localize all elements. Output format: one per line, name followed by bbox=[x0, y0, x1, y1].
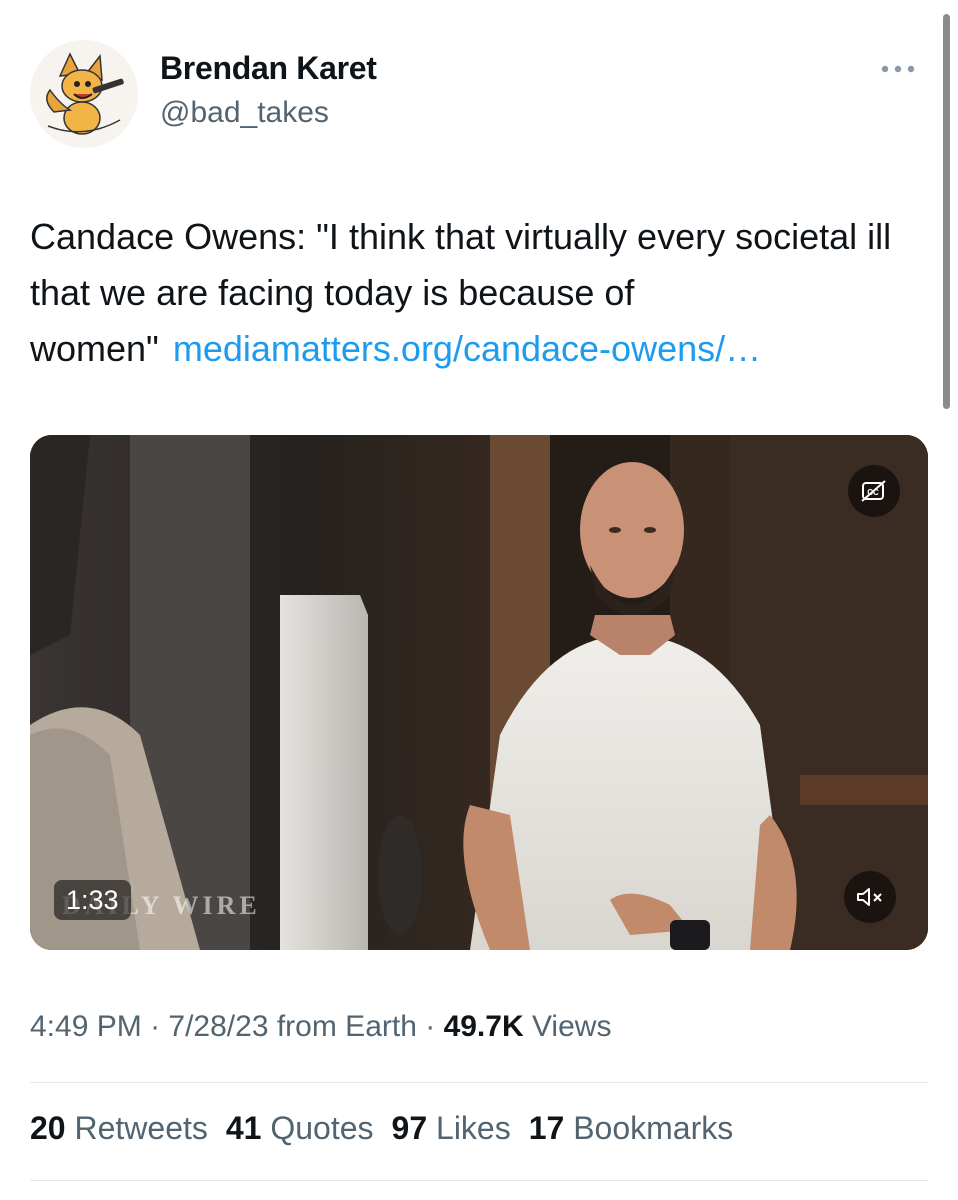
author-handle[interactable]: @bad_takes bbox=[160, 96, 329, 130]
likes-label: Likes bbox=[436, 1110, 511, 1146]
quotes-label: Quotes bbox=[270, 1110, 374, 1146]
more-dots-icon bbox=[881, 65, 915, 73]
mute-button[interactable] bbox=[844, 871, 896, 923]
tweet-text: Candace Owens: "I think that virtually e… bbox=[30, 209, 940, 377]
tweet-meta: 4:49 PM · 7/28/23 from Earth · 49.7K Vie… bbox=[30, 1010, 611, 1044]
retweets-count: 20 bbox=[30, 1110, 66, 1146]
fox-avatar-illustration bbox=[30, 40, 138, 148]
tweet-link[interactable]: mediamatters.org/candace-owens/… bbox=[173, 328, 761, 369]
divider bbox=[30, 1082, 928, 1083]
views-label: Views bbox=[531, 1010, 612, 1043]
video-player[interactable]: CC DAILY WIRE 1:33 bbox=[30, 435, 928, 950]
likes-count: 97 bbox=[391, 1110, 428, 1146]
divider bbox=[30, 1180, 928, 1181]
author-name[interactable]: Brendan Karet bbox=[160, 50, 377, 87]
quotes-count: 41 bbox=[225, 1110, 262, 1146]
bookmarks-stat[interactable]: 17 Bookmarks bbox=[529, 1110, 734, 1147]
captions-button[interactable]: CC bbox=[848, 465, 900, 517]
bookmarks-count: 17 bbox=[528, 1110, 565, 1146]
scrollbar[interactable] bbox=[943, 14, 950, 409]
speaker-muted-icon bbox=[857, 888, 882, 906]
retweets-label: Retweets bbox=[74, 1110, 208, 1146]
tweet-date[interactable]: 7/28/23 bbox=[168, 1010, 268, 1043]
tweet-source: from Earth bbox=[276, 1010, 417, 1043]
likes-stat[interactable]: 97 Likes bbox=[392, 1110, 511, 1147]
video-frame bbox=[30, 435, 928, 950]
views-count: 49.7K bbox=[443, 1010, 524, 1043]
separator: · bbox=[141, 1010, 169, 1043]
quotes-stat[interactable]: 41 Quotes bbox=[226, 1110, 374, 1147]
retweets-stat[interactable]: 20 Retweets bbox=[30, 1110, 208, 1147]
more-options-button[interactable] bbox=[878, 54, 918, 84]
separator: · bbox=[416, 1010, 444, 1043]
bookmarks-label: Bookmarks bbox=[573, 1110, 734, 1146]
tweet-time[interactable]: 4:49 PM bbox=[30, 1010, 142, 1043]
captions-off-icon: CC bbox=[861, 480, 886, 502]
video-duration: 1:33 bbox=[54, 880, 131, 920]
avatar[interactable] bbox=[30, 40, 138, 148]
engagement-stats: 20 Retweets 41 Quotes 97 Likes 17 Bookmarks bbox=[30, 1110, 751, 1147]
